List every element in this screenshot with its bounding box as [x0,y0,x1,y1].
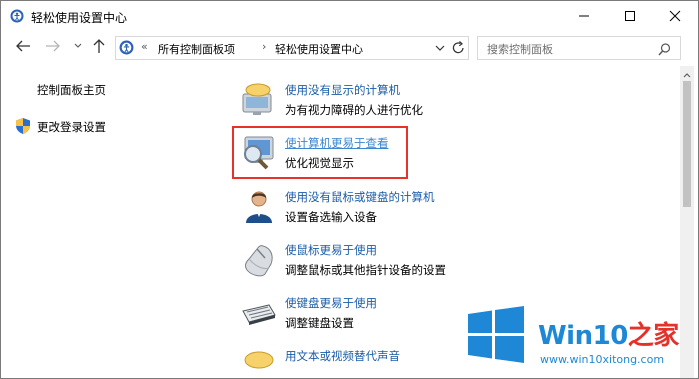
item-description: 为有视力障碍的人进行优化 [285,103,423,117]
watermark-brand: Win10之家 [538,321,679,351]
maximize-button[interactable] [607,1,653,32]
speech-bubble-icon [241,348,277,378]
title-bar[interactable]: 轻松使用设置中心 [1,1,698,32]
breadcrumb-all-control-panel-items[interactable]: 所有控制面板项 [158,41,235,57]
item-title[interactable]: 使鼠标更易于使用 [285,242,377,258]
shield-icon [15,117,31,139]
up-button[interactable] [92,38,112,58]
minimize-icon [579,15,589,17]
address-dropdown-button[interactable] [433,40,447,56]
ease-of-access-icon [10,8,24,23]
scrollbar-thumb[interactable] [683,81,691,207]
back-button[interactable] [15,38,35,58]
up-arrow-icon [93,39,105,53]
search-box[interactable]: 搜索控制面板 [477,36,681,60]
control-panel-home-link[interactable]: 控制面板主页 [37,82,106,98]
list-item[interactable]: 使用没有显示的计算机 为有视力障碍的人进行优化 [241,82,541,126]
minimize-button[interactable] [561,1,607,32]
item-description: 调整键盘设置 [285,316,354,330]
chevron-up-icon [683,73,691,78]
refresh-button[interactable] [451,40,466,56]
person-icon [241,189,277,225]
close-button[interactable] [652,1,698,32]
item-title[interactable]: 使用没有显示的计算机 [285,82,400,98]
list-item[interactable]: 使鼠标更易于使用 调整鼠标或其他指针设备的设置 [241,242,541,286]
windows-logo-icon [466,305,526,365]
item-title[interactable]: 使用没有鼠标或键盘的计算机 [285,189,435,205]
maximize-icon [625,11,635,21]
search-icon[interactable] [658,41,671,60]
item-description: 调整鼠标或其他指针设备的设置 [285,263,446,277]
breadcrumb-separator[interactable]: › [262,40,266,53]
chevron-down-icon [435,45,445,51]
watermark: Win10之家 www.win10xitong.com [466,305,699,379]
mouse-icon [241,242,277,278]
back-arrow-icon [16,40,30,52]
scroll-up-button[interactable] [680,67,694,81]
item-title[interactable]: 使键盘更易于使用 [285,295,377,311]
list-item[interactable]: 使用没有鼠标或键盘的计算机 设置备选输入设备 [241,189,541,233]
address-overflow[interactable]: « [141,40,148,53]
recent-locations-button[interactable] [73,38,87,58]
item-title[interactable]: 用文本或视频替代声音 [285,348,400,364]
highlight-box [232,126,408,179]
keyboard-icon [241,295,277,331]
watermark-url: www.win10xitong.com [540,353,665,366]
forward-button[interactable] [45,38,65,58]
search-placeholder[interactable]: 搜索控制面板 [487,41,553,57]
speech-bubble-monitor-icon [241,82,277,118]
address-bar[interactable]: « 所有控制面板项 › 轻松使用设置中心 [115,36,469,60]
close-icon [669,10,681,22]
breadcrumb-ease-of-access-center[interactable]: 轻松使用设置中心 [275,41,363,57]
window-title: 轻松使用设置中心 [31,11,128,25]
forward-arrow-icon [46,40,60,52]
chevron-down-icon [74,43,82,48]
item-description: 设置备选输入设备 [285,210,377,224]
change-login-settings-link[interactable]: 更改登录设置 [37,119,106,135]
ease-of-access-icon [119,40,134,55]
refresh-icon [452,41,464,54]
